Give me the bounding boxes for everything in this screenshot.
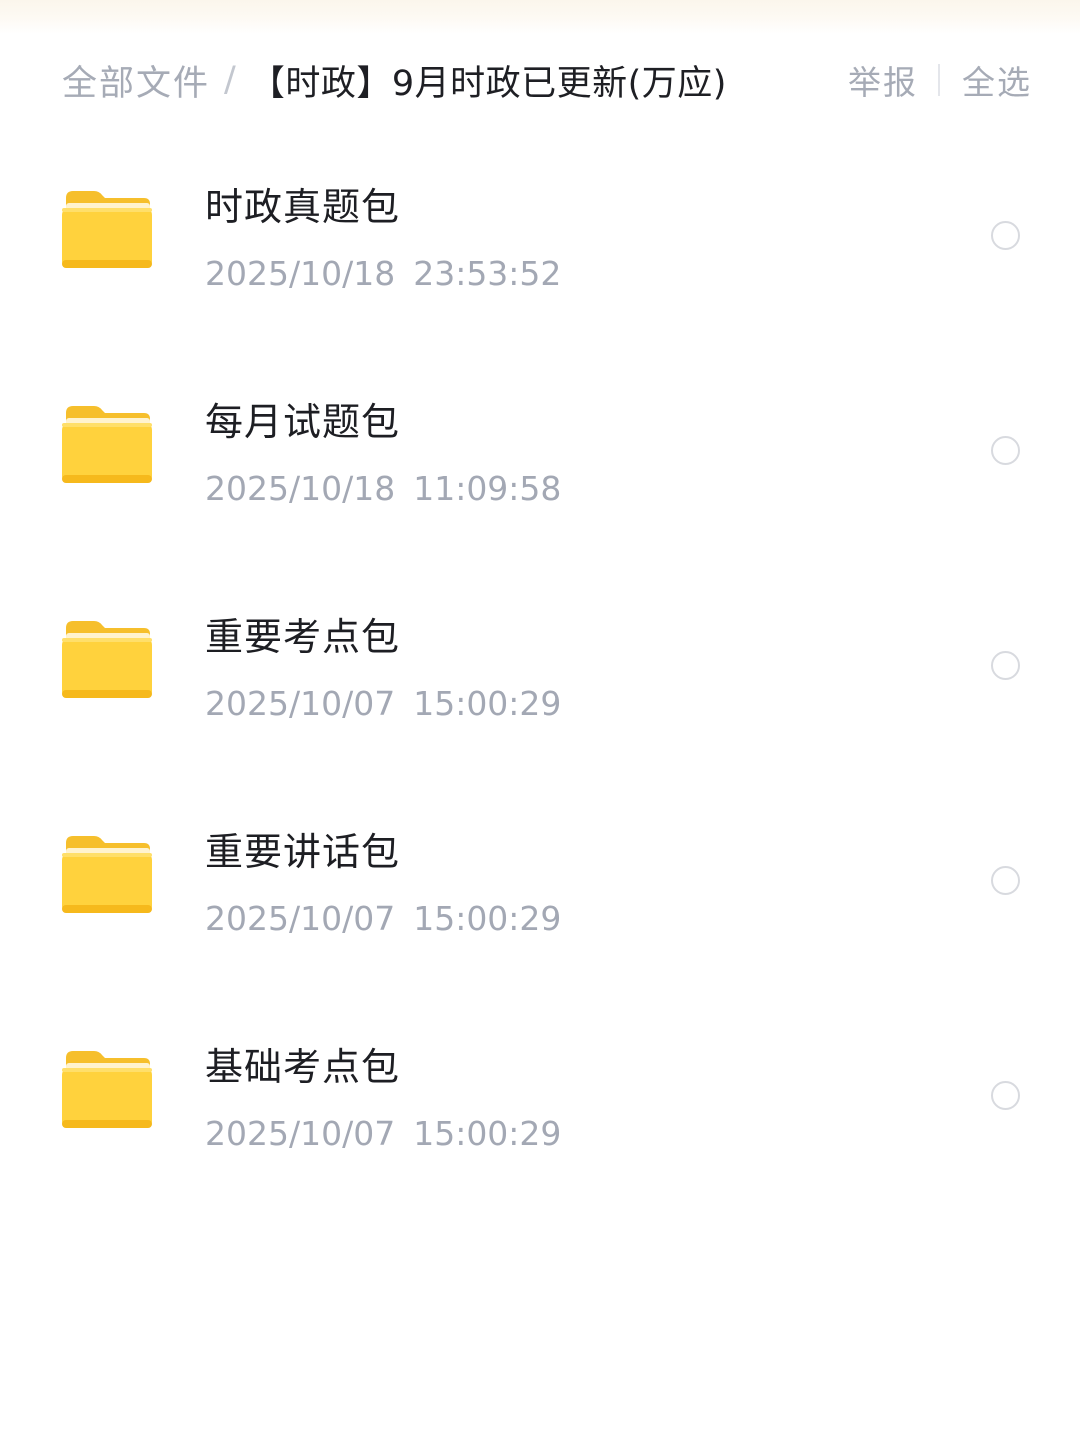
folder-row[interactable]: 每月试题包 2025/10/18 11:09:58: [0, 345, 1080, 560]
folder-time: 15:00:29: [413, 684, 562, 723]
folder-row[interactable]: 重要考点包 2025/10/07 15:00:29: [0, 560, 1080, 775]
folder-name: 时政真题包: [205, 185, 401, 229]
header-actions: 举报 全选: [848, 56, 1032, 104]
top-edge-gradient: [0, 0, 1080, 34]
breadcrumb: 全部文件 / 【时政】9月时政已更新(万应): [62, 55, 848, 106]
folder-modified-time: 2025/10/07 15:00:29: [205, 899, 561, 938]
folder-time: 15:00:29: [413, 899, 562, 938]
folder-name: 重要讲话包: [205, 830, 401, 874]
radio-circle-icon[interactable]: [991, 436, 1020, 465]
folder-name: 每月试题包: [205, 400, 401, 444]
radio-circle-icon[interactable]: [991, 651, 1020, 680]
folder-row[interactable]: 重要讲话包 2025/10/07 15:00:29: [0, 775, 1080, 990]
folder-icon: [60, 833, 152, 917]
header-bar: 全部文件 / 【时政】9月时政已更新(万应) 举报 全选: [62, 52, 1032, 108]
breadcrumb-current-folder: 【时政】9月时政已更新(万应): [249, 63, 727, 104]
folder-date: 2025/10/07: [205, 899, 396, 938]
folder-date: 2025/10/18: [205, 254, 396, 293]
folder-row[interactable]: 时政真题包 2025/10/18 23:53:52: [0, 130, 1080, 345]
report-button[interactable]: 举报: [848, 56, 918, 104]
folder-time: 15:00:29: [413, 1114, 562, 1153]
folder-icon: [60, 188, 152, 272]
folder-icon: [60, 1048, 152, 1132]
folder-date: 2025/10/07: [205, 1114, 396, 1153]
folder-date: 2025/10/18: [205, 469, 396, 508]
folder-icon: [60, 618, 152, 702]
action-divider: [938, 64, 940, 96]
folder-modified-time: 2025/10/18 11:09:58: [205, 469, 561, 508]
folder-time: 23:53:52: [413, 254, 562, 293]
breadcrumb-separator: /: [224, 60, 236, 100]
breadcrumb-root-link[interactable]: 全部文件: [62, 55, 210, 106]
radio-circle-icon[interactable]: [991, 866, 1020, 895]
folder-modified-time: 2025/10/07 15:00:29: [205, 684, 561, 723]
folder-modified-time: 2025/10/18 23:53:52: [205, 254, 561, 293]
folder-name: 重要考点包: [205, 615, 401, 659]
folder-modified-time: 2025/10/07 15:00:29: [205, 1114, 561, 1153]
folder-time: 11:09:58: [413, 469, 562, 508]
radio-circle-icon[interactable]: [991, 1081, 1020, 1110]
folder-icon: [60, 403, 152, 487]
radio-circle-icon[interactable]: [991, 221, 1020, 250]
select-all-button[interactable]: 全选: [962, 56, 1032, 104]
folder-date: 2025/10/07: [205, 684, 396, 723]
folder-row[interactable]: 基础考点包 2025/10/07 15:00:29: [0, 990, 1080, 1205]
folder-list: 时政真题包 2025/10/18 23:53:52 每月试题包 2025/10/1…: [0, 130, 1080, 1205]
folder-name: 基础考点包: [205, 1045, 401, 1089]
